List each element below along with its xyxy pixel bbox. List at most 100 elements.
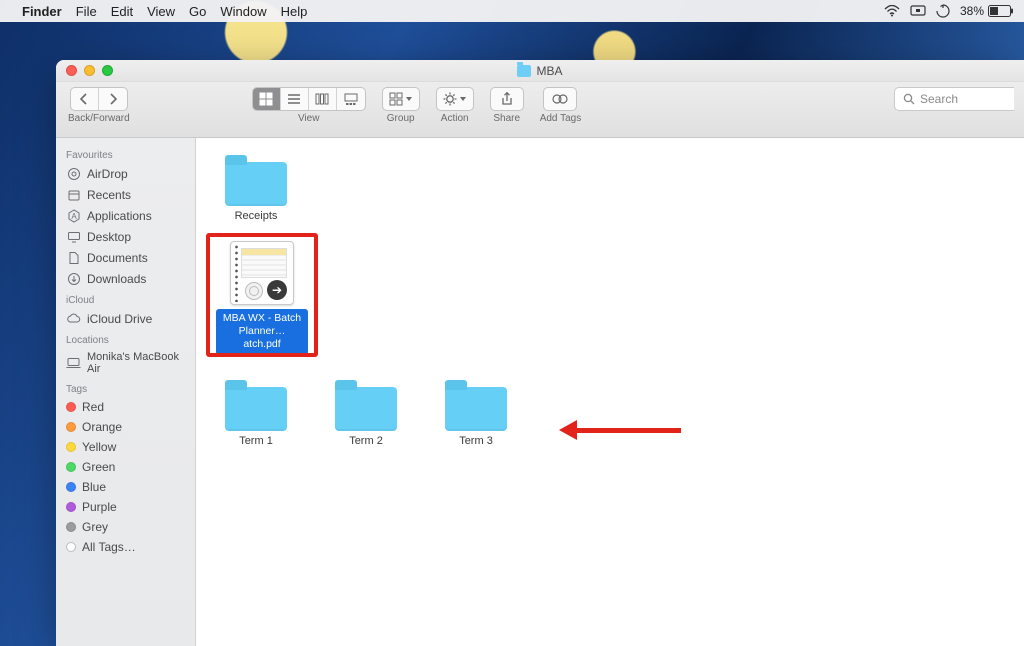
titlebar-folder-icon <box>517 65 531 77</box>
recents-icon <box>66 187 81 202</box>
finder-toolbar: Back/Forward View <box>56 82 1024 138</box>
downloads-icon <box>66 271 81 286</box>
forward-button[interactable] <box>99 88 127 110</box>
sidebar-item-label: Downloads <box>87 272 146 286</box>
menubar-app-name[interactable]: Finder <box>22 4 62 19</box>
sidebar-item-icloud-drive[interactable]: iCloud Drive <box>56 308 195 329</box>
menubar-item-go[interactable]: Go <box>189 4 206 19</box>
sidebar-item-label: Yellow <box>82 440 116 454</box>
folder-term1[interactable]: Term 1 <box>216 381 296 448</box>
display-icon[interactable] <box>910 5 926 17</box>
sidebar-item-label: Applications <box>87 209 152 223</box>
battery-percentage[interactable]: 38% <box>960 4 1014 18</box>
window-titlebar[interactable]: MBA <box>56 60 1024 82</box>
finder-content[interactable]: Receipts ➔ MBA WX - Batch Planner…atch.p… <box>196 138 1024 646</box>
sidebar-item-airdrop[interactable]: AirDrop <box>56 163 195 184</box>
tags-group: Add Tags <box>540 87 582 124</box>
action-group: Action <box>436 87 474 124</box>
documents-icon <box>66 250 81 265</box>
tag-dot-icon <box>66 482 76 492</box>
window-traffic-lights <box>66 65 113 76</box>
action-button[interactable] <box>436 87 474 111</box>
sidebar-item-desktop[interactable]: Desktop <box>56 226 195 247</box>
add-tags-button[interactable] <box>543 87 577 111</box>
menubar-item-edit[interactable]: Edit <box>111 4 133 19</box>
group-group: Group <box>382 87 420 124</box>
column-view-button[interactable] <box>309 88 337 110</box>
file-label-selected: MBA WX - Batch Planner…atch.pdf <box>216 309 308 354</box>
view-label: View <box>298 113 320 124</box>
share-button[interactable] <box>490 87 524 111</box>
sidebar-tag-yellow[interactable]: Yellow <box>56 437 195 457</box>
group-label: Group <box>387 113 415 124</box>
sidebar-item-label: Orange <box>82 420 122 434</box>
folder-icon <box>225 387 287 431</box>
search-placeholder: Search <box>920 92 958 106</box>
folder-term3[interactable]: Term 3 <box>436 381 516 448</box>
sidebar-head-tags: Tags <box>56 378 195 397</box>
sidebar-tag-grey[interactable]: Grey <box>56 517 195 537</box>
chevron-down-icon <box>406 97 412 101</box>
macos-menubar: Finder File Edit View Go Window Help 38% <box>0 0 1024 22</box>
sync-icon[interactable] <box>936 4 950 18</box>
window-title: MBA <box>536 64 562 78</box>
sidebar-item-label: Purple <box>82 500 117 514</box>
menubar-item-help[interactable]: Help <box>281 4 308 19</box>
share-label: Share <box>493 113 520 124</box>
list-view-button[interactable] <box>281 88 309 110</box>
sidebar-item-applications[interactable]: A Applications <box>56 205 195 226</box>
sidebar-item-label: Recents <box>87 188 131 202</box>
sidebar-item-recents[interactable]: Recents <box>56 184 195 205</box>
sidebar-head-icloud: iCloud <box>56 289 195 308</box>
sidebar-item-label: Green <box>82 460 115 474</box>
icon-view-button[interactable] <box>253 88 281 110</box>
folder-icon <box>335 387 397 431</box>
search-icon <box>903 93 915 105</box>
view-group: View <box>252 87 366 124</box>
sidebar-head-locations: Locations <box>56 329 195 348</box>
sidebar-item-downloads[interactable]: Downloads <box>56 268 195 289</box>
finder-sidebar: Favourites AirDrop Recents A Applications… <box>56 138 196 646</box>
window-close-button[interactable] <box>66 65 77 76</box>
sidebar-all-tags[interactable]: All Tags… <box>56 537 195 557</box>
menubar-item-file[interactable]: File <box>76 4 97 19</box>
sidebar-head-favourites: Favourites <box>56 144 195 163</box>
sidebar-item-documents[interactable]: Documents <box>56 247 195 268</box>
nav-group: Back/Forward <box>68 87 130 124</box>
file-label: Receipts <box>235 210 278 223</box>
gallery-view-button[interactable] <box>337 88 365 110</box>
laptop-icon <box>66 356 81 371</box>
nav-label: Back/Forward <box>68 113 130 124</box>
sidebar-tag-green[interactable]: Green <box>56 457 195 477</box>
sidebar-item-computer[interactable]: Monika's MacBook Air <box>56 348 195 378</box>
battery-percent-text: 38% <box>960 4 984 18</box>
folder-receipts[interactable]: Receipts <box>216 156 296 223</box>
sidebar-tag-orange[interactable]: Orange <box>56 417 195 437</box>
menubar-item-window[interactable]: Window <box>220 4 266 19</box>
window-zoom-button[interactable] <box>102 65 113 76</box>
file-label: Term 3 <box>459 435 493 448</box>
file-selected-pdf[interactable]: ➔ MBA WX - Batch Planner…atch.pdf <box>216 241 308 354</box>
back-button[interactable] <box>71 88 99 110</box>
cloud-icon <box>66 311 81 326</box>
sidebar-item-label: AirDrop <box>87 167 128 181</box>
sidebar-tag-red[interactable]: Red <box>56 397 195 417</box>
folder-term2[interactable]: Term 2 <box>326 381 406 448</box>
sidebar-item-label: Grey <box>82 520 108 534</box>
menubar-item-view[interactable]: View <box>147 4 175 19</box>
share-group: Share <box>490 87 524 124</box>
tags-label: Add Tags <box>540 113 582 124</box>
wifi-icon[interactable] <box>884 5 900 17</box>
group-button[interactable] <box>382 87 420 111</box>
applications-icon: A <box>66 208 81 223</box>
tag-dot-icon <box>66 422 76 432</box>
action-label: Action <box>441 113 469 124</box>
window-minimize-button[interactable] <box>84 65 95 76</box>
sidebar-tag-purple[interactable]: Purple <box>56 497 195 517</box>
search-input[interactable]: Search <box>894 87 1014 111</box>
tag-dot-icon <box>66 462 76 472</box>
folder-icon <box>225 162 287 206</box>
sidebar-tag-blue[interactable]: Blue <box>56 477 195 497</box>
svg-text:A: A <box>71 212 77 221</box>
sidebar-item-label: Monika's MacBook Air <box>87 351 185 375</box>
